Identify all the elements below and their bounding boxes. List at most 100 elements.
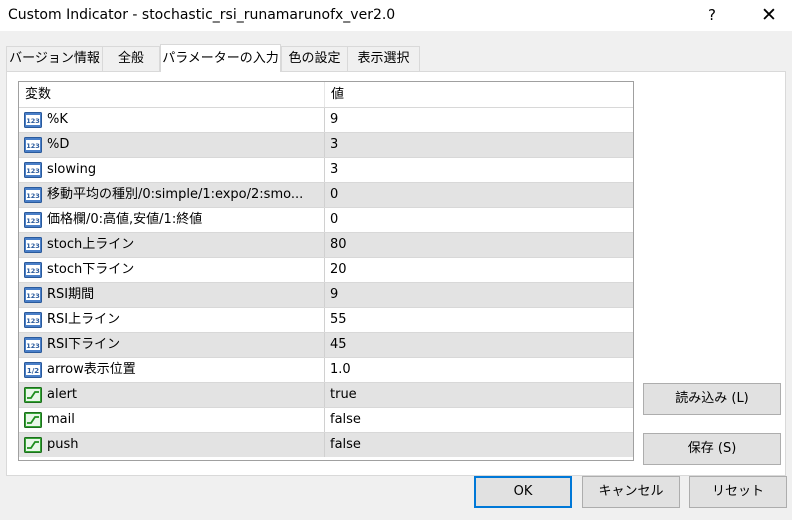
integer-icon: 123 [24,212,42,228]
parameter-name: RSI期間 [47,287,95,302]
parameter-name: %K [47,112,68,127]
parameter-name: push [47,437,79,452]
parameter-value[interactable]: 45 [325,333,633,357]
parameter-value[interactable]: 0 [325,183,633,207]
parameter-name: RSI上ライン [47,312,121,327]
svg-text:123: 123 [26,217,40,225]
parameter-name-cell: 123 stoch下ライン [19,258,325,282]
cancel-button[interactable]: キャンセル [582,476,680,508]
parameter-name: stoch上ライン [47,237,135,252]
parameter-name: RSI下ライン [47,337,121,352]
tab-version-info[interactable]: バージョン情報 [6,46,103,71]
parameter-name-cell: 123 価格欄/0:高値,安値/1:終値 [19,208,325,232]
parameter-value[interactable]: 3 [325,158,633,182]
close-button[interactable]: ✕ [752,2,786,28]
parameter-name-cell: 123 RSI上ライン [19,308,325,332]
parameter-name-cell: 123 stoch上ライン [19,233,325,257]
tab-panel: 変数 値 123 %K 9 123 %D 3 123 slowing 3 123 移動平均の種別/0… [6,71,786,476]
boolean-icon [24,437,42,453]
parameter-name: stoch下ライン [47,262,135,277]
parameter-name-cell: 123 %D [19,133,325,157]
table-row[interactable]: 123 %K 9 [19,107,633,132]
table-row[interactable]: 123 価格欄/0:高値,安値/1:終値 0 [19,207,633,232]
integer-icon: 123 [24,312,42,328]
parameter-value[interactable]: 0 [325,208,633,232]
svg-text:123: 123 [26,192,40,200]
svg-text:123: 123 [26,342,40,350]
svg-text:123: 123 [26,242,40,250]
table-row[interactable]: 123 stoch下ライン 20 [19,257,633,282]
parameter-name-cell: 123 移動平均の種別/0:simple/1:expo/2:smo... [19,183,325,207]
table-row[interactable]: 123 移動平均の種別/0:simple/1:expo/2:smo... 0 [19,182,633,207]
header-value[interactable]: 値 [325,82,633,107]
boolean-icon [24,387,42,403]
parameter-name: %D [47,137,70,152]
parameter-name: 価格欄/0:高値,安値/1:終値 [47,212,203,227]
integer-icon: 123 [24,112,42,128]
table-row[interactable]: 123 slowing 3 [19,157,633,182]
svg-text:123: 123 [26,167,40,175]
title-bar: Custom Indicator - stochastic_rsi_runama… [0,0,792,31]
table-row[interactable]: 123 %D 3 [19,132,633,157]
integer-icon: 123 [24,287,42,303]
svg-text:123: 123 [26,267,40,275]
table-row[interactable]: 123 stoch上ライン 80 [19,232,633,257]
table-row[interactable]: push false [19,432,633,457]
table-row[interactable]: alert true [19,382,633,407]
parameter-value[interactable]: 1.0 [325,358,633,382]
grid-header: 変数 値 [19,82,633,107]
save-button[interactable]: 保存 (S) [643,433,781,465]
boolean-icon [24,412,42,428]
double-icon: 1/2 [24,362,42,378]
parameter-value[interactable]: 9 [325,108,633,132]
svg-text:123: 123 [26,117,40,125]
parameter-name: mail [47,412,75,427]
tab-visualization[interactable]: 表示選択 [347,46,420,71]
parameter-value[interactable]: true [325,383,633,407]
parameter-name-cell: 123 slowing [19,158,325,182]
integer-icon: 123 [24,137,42,153]
parameter-name-cell: push [19,433,325,457]
svg-text:123: 123 [26,142,40,150]
tab-colors[interactable]: 色の設定 [281,46,348,71]
load-button[interactable]: 読み込み (L) [643,383,781,415]
table-row[interactable]: 1/2 arrow表示位置 1.0 [19,357,633,382]
reset-button[interactable]: リセット [689,476,787,508]
tab-general[interactable]: 全般 [102,46,160,71]
integer-icon: 123 [24,337,42,353]
integer-icon: 123 [24,262,42,278]
parameter-value[interactable]: false [325,408,633,432]
parameter-name-cell: 1/2 arrow表示位置 [19,358,325,382]
integer-icon: 123 [24,187,42,203]
parameter-value[interactable]: 55 [325,308,633,332]
table-row[interactable]: 123 RSI下ライン 45 [19,332,633,357]
integer-icon: 123 [24,162,42,178]
parameter-name-cell: 123 RSI下ライン [19,333,325,357]
tab-parameters[interactable]: パラメーターの入力 [160,44,281,72]
parameter-name-cell: 123 %K [19,108,325,132]
parameter-value[interactable]: 20 [325,258,633,282]
parameter-value[interactable]: false [325,433,633,457]
help-button[interactable]: ? [700,4,724,26]
svg-text:123: 123 [26,317,40,325]
svg-text:123: 123 [26,292,40,300]
parameter-name: slowing [47,162,97,177]
svg-text:1/2: 1/2 [27,367,39,375]
parameter-name-cell: mail [19,408,325,432]
parameter-value[interactable]: 3 [325,133,633,157]
parameter-name: 移動平均の種別/0:simple/1:expo/2:smo... [47,187,304,202]
parameter-value[interactable]: 80 [325,233,633,257]
parameter-name-cell: 123 RSI期間 [19,283,325,307]
parameter-name: alert [47,387,78,402]
table-row[interactable]: mail false [19,407,633,432]
ok-button[interactable]: OK [474,476,572,508]
table-row[interactable]: 123 RSI期間 9 [19,282,633,307]
window-title: Custom Indicator - stochastic_rsi_runama… [8,7,396,23]
parameter-value[interactable]: 9 [325,283,633,307]
parameter-grid: 変数 値 123 %K 9 123 %D 3 123 slowing 3 123 移動平均の種別/0… [18,81,634,461]
parameter-name: arrow表示位置 [47,362,136,377]
table-row[interactable]: 123 RSI上ライン 55 [19,307,633,332]
header-variable[interactable]: 変数 [19,82,325,107]
integer-icon: 123 [24,237,42,253]
parameter-name-cell: alert [19,383,325,407]
